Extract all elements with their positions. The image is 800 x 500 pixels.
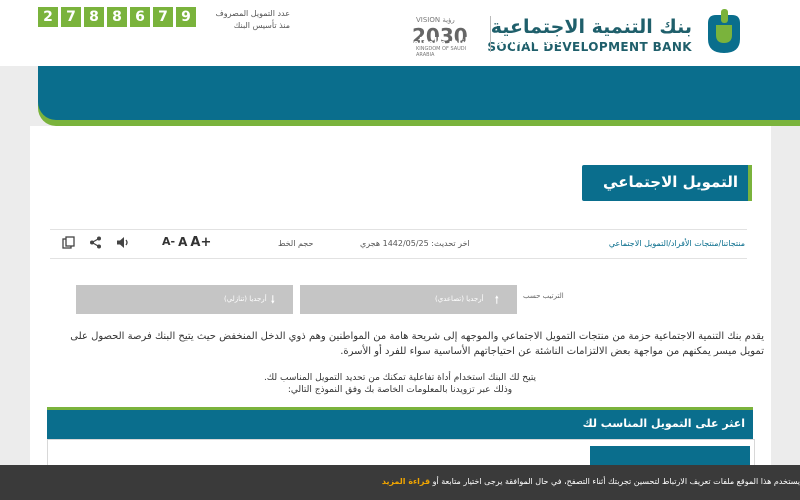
sort-descending-label: أرجديا (تنازلي) <box>224 295 267 303</box>
breadcrumb-item-individual-products[interactable]: منتجات الأفراد <box>671 239 719 248</box>
funding-finder-header: اعثر على التمويل المناسب لك <box>47 407 753 439</box>
font-decrease-button[interactable]: A- <box>162 235 175 250</box>
nav-item-media-center[interactable]: المركز الإعلامي <box>314 37 384 47</box>
breadcrumb-item-social-funding[interactable]: التمويل الاجتماعي <box>609 239 668 248</box>
site-header: بنك التنمية الاجتماعية SOCIAL DEVELOPMEN… <box>0 0 800 66</box>
font-increase-button[interactable]: A+ <box>190 235 211 250</box>
nav-band <box>38 66 800 120</box>
nav-item-partners[interactable]: شركاؤنا <box>266 37 301 47</box>
font-size-controls: A- A A+ <box>162 235 211 250</box>
font-size-label: حجم الخط <box>278 239 314 248</box>
counter-digit: 7 <box>153 7 173 27</box>
nav-item-programs[interactable]: برامجنا <box>223 37 254 47</box>
read-more-link[interactable]: قراءة المزيد <box>382 477 430 486</box>
sort-ascending-button[interactable]: أرجديا (تصاعدي) 🠑 <box>300 285 517 314</box>
counter-digit: 9 <box>176 7 196 27</box>
nav-item-about[interactable]: تعرف علينا <box>21 37 69 47</box>
sort-label: الترتيب حسب <box>523 292 564 300</box>
page-title-box: التمويل الاجتماعي <box>582 165 752 201</box>
cookie-banner: يستخدم هذا الموقع ملفات تعريف الارتباط ل… <box>0 465 800 500</box>
intro-paragraph: يقدم بنك التنمية الاجتماعية حزمة من منتج… <box>70 331 764 357</box>
tool-description: يتيح لك البنك استخدام أداة تفاعلية تمكنك… <box>263 373 537 395</box>
nav-item-contact[interactable]: قنوات التواصل <box>494 37 560 47</box>
counter-digit: 2 <box>38 7 58 27</box>
cookie-message: يستخدم هذا الموقع ملفات تعريف الارتباط ل… <box>381 477 800 486</box>
breadcrumb: منتجاتنا/منتجات الأفراد/التمويل الاجتماع… <box>608 239 745 248</box>
nav-menu: تعرف علينا منتجاتنا الخدمات الإلكترونية … <box>21 37 560 47</box>
title-accent <box>748 165 752 201</box>
counter-label: عدد التمويل المصروف منذ تأسيس البنك <box>215 9 290 30</box>
sort-descending-button[interactable]: أرجديا (تنازلي) 🠓 <box>76 285 293 314</box>
main-navigation <box>38 66 800 126</box>
copy-icon[interactable] <box>62 236 75 249</box>
counter-digit: 7 <box>61 7 81 27</box>
page-action-icons <box>62 236 130 249</box>
last-updated: اخر تحديث: 1442/05/25 هجري <box>360 239 470 248</box>
vision-2030-logo: VISION رؤية 2030 KINGDOM OF SAUDI ARABIA <box>412 16 468 58</box>
counter-digit: 8 <box>84 7 104 27</box>
counter-digit: 8 <box>107 7 127 27</box>
funding-finder-title: اعثر على التمويل المناسب لك <box>582 417 745 430</box>
arrow-up-icon: 🠑 <box>495 295 499 306</box>
speaker-icon[interactable] <box>116 236 130 249</box>
funding-counter: 2 7 8 8 6 7 9 <box>38 7 196 27</box>
share-icon[interactable] <box>89 236 102 249</box>
nav-item-products[interactable]: منتجاتنا <box>81 37 114 47</box>
bank-name-arabic: بنك التنمية الاجتماعية <box>490 16 692 38</box>
nav-item-e-services[interactable]: الخدمات الإلكترونية <box>126 37 211 47</box>
page-tools-bar: منتجاتنا/منتجات الأفراد/التمويل الاجتماع… <box>50 229 747 259</box>
sort-ascending-label: أرجديا (تصاعدي) <box>435 295 484 303</box>
arrow-down-icon: 🠓 <box>271 295 275 306</box>
nav-item-data[interactable]: البيانات والمعلومات <box>395 37 482 47</box>
bank-logo-icon[interactable] <box>702 9 746 59</box>
breadcrumb-item-products[interactable]: منتجاتنا <box>721 239 745 248</box>
page-title: التمويل الاجتماعي <box>603 173 738 191</box>
counter-digit: 6 <box>130 7 150 27</box>
font-reset-button[interactable]: A <box>178 235 187 250</box>
